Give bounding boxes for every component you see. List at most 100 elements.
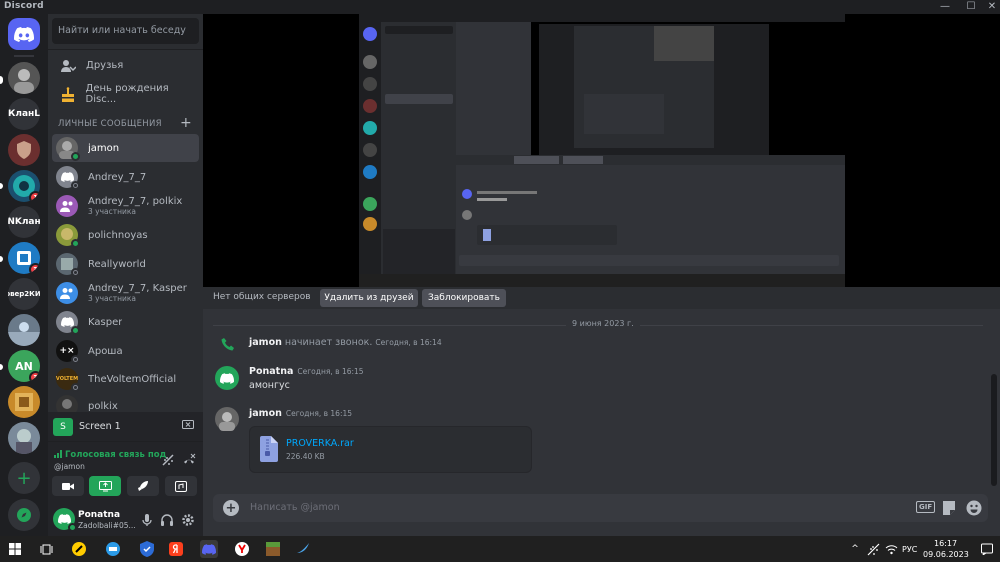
- screen-share-label: Screen 1: [79, 421, 121, 432]
- stop-stream-icon[interactable]: [182, 420, 194, 432]
- dm-name: polichnoyas: [88, 229, 148, 241]
- chat-scrollbar[interactable]: [991, 374, 997, 486]
- dm-item-thevoltemofficial[interactable]: VOLTEM TheVoltemOfficial: [52, 365, 199, 393]
- home-button[interactable]: [8, 18, 40, 50]
- call-system-message: jamon начинает звонок. Сегодня, в 16:14: [249, 337, 442, 348]
- server-icon-6[interactable]: 3: [8, 242, 40, 274]
- upload-plus-button[interactable]: +: [223, 500, 239, 516]
- emoji-icon[interactable]: [966, 500, 982, 516]
- app-icon[interactable]: [104, 540, 122, 558]
- server-icon-11[interactable]: [8, 422, 40, 454]
- search-input[interactable]: Найти или начать беседу: [52, 18, 199, 44]
- message-composer: + Написать @jamon GIF: [213, 494, 988, 522]
- user-avatar[interactable]: [53, 508, 77, 532]
- dm-item-jamon[interactable]: jamon: [52, 134, 199, 162]
- server-icon-1[interactable]: [8, 62, 40, 94]
- dm-item-arosha[interactable]: +× Ароша: [52, 337, 199, 365]
- avatar-image-icon: [8, 322, 40, 346]
- tray-chevron-icon[interactable]: ^: [846, 540, 864, 558]
- dm-name: Andrey_7_7, Kasper: [88, 283, 187, 294]
- minecraft-icon[interactable]: [264, 540, 282, 558]
- server-icon-8[interactable]: [8, 314, 40, 346]
- activities-button[interactable]: [127, 476, 159, 496]
- app-icon-2[interactable]: [294, 540, 312, 558]
- message-avatar[interactable]: [215, 407, 239, 431]
- server-icon-2[interactable]: КланL: [8, 98, 40, 130]
- message-author[interactable]: jamon: [249, 408, 282, 419]
- avatar: +×: [56, 340, 80, 364]
- start-icon[interactable]: [6, 540, 24, 558]
- call-text: начинает звонок.: [284, 337, 373, 348]
- dm-item-kasper[interactable]: Kasper: [52, 308, 199, 336]
- yandex-browser-y-icon[interactable]: [233, 540, 251, 558]
- call-user[interactable]: jamon: [249, 337, 282, 348]
- dm-item-polichnoyas[interactable]: polichnoyas: [52, 221, 199, 249]
- sticker-icon[interactable]: [942, 500, 956, 516]
- dm-name: Ароша: [88, 345, 123, 357]
- avatar-image-icon: [15, 393, 33, 411]
- discord-taskbar-icon[interactable]: [200, 540, 218, 558]
- server-icon-9[interactable]: AN 3: [8, 350, 40, 382]
- security-icon[interactable]: [138, 540, 156, 558]
- server-icon-3[interactable]: [8, 134, 40, 166]
- close-button[interactable]: ✕: [981, 0, 1000, 14]
- dm-item-reallyworld[interactable]: Reallyworld: [52, 250, 199, 278]
- dm-members: 3 участника: [88, 207, 137, 216]
- server-icon-5[interactable]: NKлан: [8, 206, 40, 238]
- avatar: [56, 224, 80, 248]
- gif-button[interactable]: GIF: [916, 501, 936, 513]
- discord-logo-icon: [14, 26, 34, 42]
- yandex-icon[interactable]: [167, 540, 185, 558]
- user-tag: Zadolbali#05...: [78, 521, 136, 530]
- microphone-icon[interactable]: [140, 512, 154, 526]
- stream-viewer[interactable]: [203, 14, 1000, 287]
- disconnect-icon[interactable]: [182, 452, 196, 466]
- discord-logo-icon: [57, 514, 71, 524]
- dm-name: Reallyworld: [88, 258, 146, 270]
- create-dm-button[interactable]: +: [180, 115, 192, 131]
- server-icon-4[interactable]: 1: [8, 170, 40, 202]
- explore-servers-button[interactable]: [8, 499, 40, 531]
- server-icon-7[interactable]: ервер2КИФ: [8, 278, 40, 310]
- message-avatar[interactable]: [215, 366, 239, 390]
- message-author[interactable]: Ponatna: [249, 366, 293, 377]
- group-icon: [56, 195, 78, 217]
- dm-item-andrey[interactable]: Andrey_7_7: [52, 163, 199, 191]
- network-icon[interactable]: [882, 540, 900, 558]
- dm-section-header: ЛИЧНЫЕ СООБЩЕНИЯ: [58, 119, 162, 129]
- maximize-button[interactable]: ☐: [960, 0, 982, 14]
- add-server-button[interactable]: +: [8, 462, 40, 494]
- remove-friend-button[interactable]: Удалить из друзей: [320, 289, 418, 307]
- yandex-browser-icon[interactable]: [70, 540, 88, 558]
- message-header: Ponatna Сегодня, в 16:15: [249, 366, 364, 377]
- server-icon-10[interactable]: [8, 386, 40, 418]
- camera-button[interactable]: [52, 476, 84, 496]
- dm-members: 3 участника: [88, 294, 137, 303]
- dm-item-group-polkix[interactable]: Andrey_7_7, polkix 3 участника: [52, 192, 199, 220]
- task-view-icon[interactable]: [37, 540, 55, 558]
- discord-window: Discord — ☐ ✕ КланL 1 NKлан 3 ервер2КИФ: [0, 0, 1000, 562]
- minimize-button[interactable]: —: [934, 0, 956, 14]
- file-attachment[interactable]: PROVERKA.rar 226.40 KB: [249, 426, 532, 473]
- tray-icon[interactable]: [864, 540, 882, 558]
- block-button[interactable]: Заблокировать: [422, 289, 506, 307]
- unread-badge: 3: [29, 263, 40, 274]
- windows-taskbar: ^ РУС 16:17 09.06.2023: [0, 536, 1000, 562]
- soundboard-button[interactable]: [165, 476, 197, 496]
- friends-nav-item[interactable]: Друзья: [52, 51, 199, 79]
- phone-icon: [221, 336, 235, 351]
- avatar: [56, 137, 80, 161]
- clock-time[interactable]: 16:17: [934, 539, 957, 548]
- settings-gear-icon[interactable]: [181, 512, 195, 526]
- dm-name: jamon: [88, 142, 120, 154]
- file-name-link[interactable]: PROVERKA.rar: [286, 438, 354, 449]
- language-indicator[interactable]: РУС: [902, 545, 917, 554]
- birthday-nav-item[interactable]: День рождения Disc...: [52, 80, 199, 108]
- dm-item-group-kasper[interactable]: Andrey_7_7, Kasper 3 участника: [52, 279, 199, 307]
- message-input[interactable]: Написать @jamon: [250, 502, 340, 513]
- clock-date[interactable]: 09.06.2023: [923, 550, 969, 559]
- noise-suppression-icon[interactable]: [161, 452, 175, 466]
- screen-share-button[interactable]: [89, 476, 121, 496]
- notifications-icon[interactable]: [978, 540, 996, 558]
- headphones-icon[interactable]: [160, 512, 174, 526]
